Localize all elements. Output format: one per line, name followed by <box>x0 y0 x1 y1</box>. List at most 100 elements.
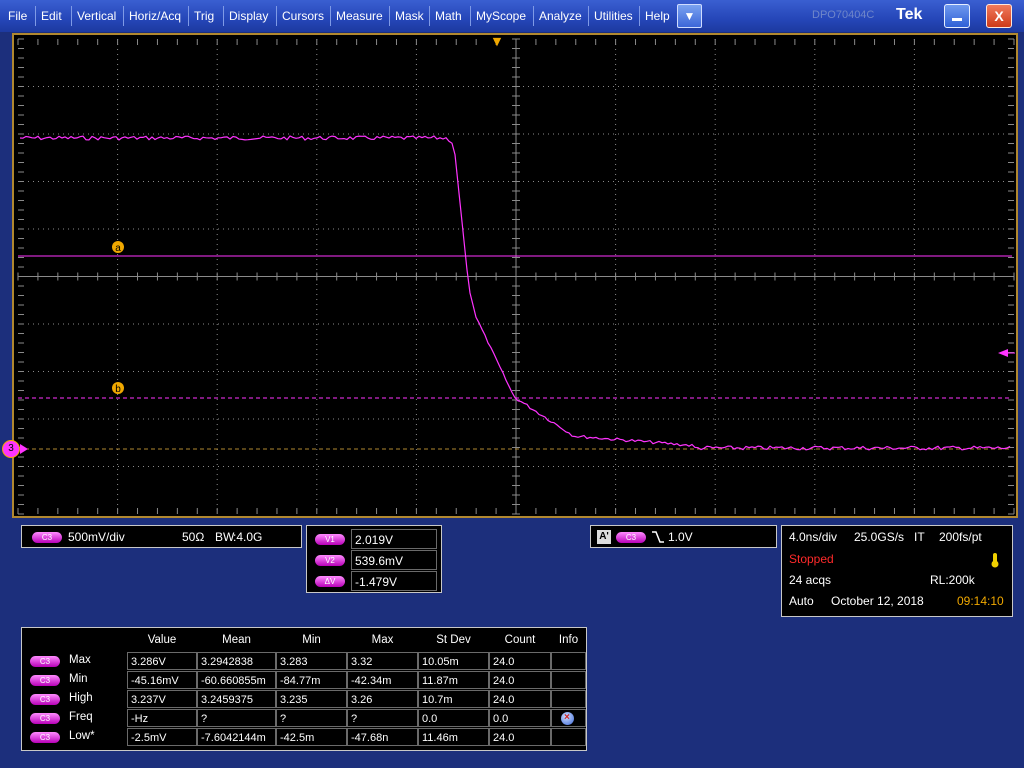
meas-name: High <box>69 692 93 704</box>
menu-cursors[interactable]: Cursors <box>277 0 329 32</box>
sample-rate: 25.0GS/s <box>854 530 905 544</box>
meas-stdev: 11.87m <box>418 671 489 689</box>
cursor-a-marker[interactable]: a <box>112 241 124 254</box>
measurement-row[interactable]: C3 Max 3.286V 3.2942838 3.283 3.32 10.05m 24.0 <box>22 652 586 671</box>
channel-3-ground-marker[interactable]: 3 <box>2 440 20 458</box>
menu-separator <box>533 6 534 26</box>
measurement-row[interactable]: C3 Low* -2.5mV -7.6042144m -42.5m -47.68n 11.4… <box>22 728 586 747</box>
acq-status: Stopped <box>789 552 834 566</box>
measurement-row[interactable]: C3 High 3.237V 3.2459375 3.235 3.26 10.7m 24.0 <box>22 690 586 709</box>
menu-separator <box>71 6 72 26</box>
meas-channel-badge: C3 <box>30 675 60 686</box>
record-length: RL:200k <box>930 573 975 587</box>
meas-header-min: Min <box>302 634 321 646</box>
meas-info <box>551 690 586 708</box>
acq-time: 09:14:10 <box>957 594 1004 608</box>
cursor-b-marker[interactable]: b <box>112 382 124 395</box>
measurement-row[interactable]: C3 Freq -Hz??? 0.0 0.0 × <box>22 709 586 728</box>
trigger-position-marker[interactable]: ▼ <box>493 35 502 48</box>
menu-file[interactable]: File <box>3 0 32 32</box>
meas-channel-badge: C3 <box>30 713 60 724</box>
model-label: DPO70404C <box>812 9 875 21</box>
menu-myscope[interactable]: MyScope <box>471 0 531 32</box>
meas-count: 24.0 <box>489 728 551 746</box>
meas-value: 3.237V <box>127 690 197 708</box>
menu-measure[interactable]: Measure <box>331 0 388 32</box>
time-resolution: 200fs/pt <box>939 530 982 544</box>
meas-max: 3.32 <box>347 652 418 670</box>
meas-channel-badge: C3 <box>30 656 60 667</box>
meas-mean: -7.6042144m <box>197 728 276 746</box>
cursor-a-label: a <box>115 243 121 254</box>
tek-logo: Tek <box>896 6 923 23</box>
meas-mean: 3.2459375 <box>197 690 276 708</box>
menu-separator <box>35 6 36 26</box>
menu-separator <box>276 6 277 26</box>
meas-mean: ? <box>197 709 276 727</box>
meas-name: Low* <box>69 730 95 742</box>
meas-header-max: Max <box>371 634 394 646</box>
menu-separator <box>639 6 640 26</box>
menu-separator <box>188 6 189 26</box>
menu-math[interactable]: Math <box>430 0 467 32</box>
meas-value: -2.5mV <box>127 728 197 746</box>
meas-stdev: 0.0 <box>418 709 489 727</box>
cursor-value-2: 539.6mV <box>351 550 437 570</box>
meas-count: 0.0 <box>489 709 551 727</box>
meas-header-st-dev: St Dev <box>436 634 471 646</box>
menu-utilities[interactable]: Utilities <box>589 0 638 32</box>
cursor-value-3: -1.479V <box>351 571 437 591</box>
meas-header-mean: Mean <box>222 634 251 646</box>
horizontal-acq-panel[interactable]: 4.0ns/div 25.0GS/s IT 200fs/pt Stopped 2… <box>781 525 1013 617</box>
info-icon[interactable]: × <box>561 712 574 725</box>
meas-max: -42.34m <box>347 671 418 689</box>
menu-vertical[interactable]: Vertical <box>72 0 121 32</box>
acq-count: 24 acqs <box>789 573 832 587</box>
meas-stdev: 11.46m <box>418 728 489 746</box>
menu-mask[interactable]: Mask <box>390 0 429 32</box>
menu-display[interactable]: Display <box>224 0 273 32</box>
meas-info <box>551 728 586 746</box>
meas-name: Freq <box>69 711 93 723</box>
cursor-b-label: b <box>115 384 121 395</box>
meas-channel-badge: C3 <box>30 732 60 743</box>
trigger-panel[interactable]: A' C3 1.0V <box>590 525 777 548</box>
close-button[interactable]: X <box>986 4 1012 28</box>
graticule-grid <box>17 38 1015 515</box>
cursor-tag-1: V1 <box>315 534 345 545</box>
channel-3-ground-arrow-icon <box>20 444 28 454</box>
measurements-panel[interactable]: Value Mean Min Max St Dev Count Info C3 Max 3.28… <box>21 627 587 751</box>
channel-scale: 500mV/div <box>68 530 125 544</box>
meas-count: 24.0 <box>489 690 551 708</box>
menu-edit[interactable]: Edit <box>36 0 67 32</box>
menu-horiz-acq[interactable]: Horiz/Acq <box>124 0 186 32</box>
meas-stdev: 10.05m <box>418 652 489 670</box>
trigger-level-arrow-icon[interactable] <box>998 349 1008 357</box>
measurement-row[interactable]: C3 Min -45.16mV -60.660855m -84.77m -42.34m 11… <box>22 671 586 690</box>
menu-bar: File Edit Vertical Horiz/Acq Trig Display Curs… <box>0 0 1024 32</box>
trigger-mode: Auto <box>789 594 814 608</box>
meas-info <box>551 671 586 689</box>
menu-dropdown-button[interactable]: ▼ <box>677 4 702 28</box>
cursor-readout-panel[interactable]: V1 2.019V V2 539.6mV ΔV -1.479V <box>306 525 442 593</box>
trigger-channel-badge: C3 <box>616 532 646 543</box>
bandwidth-label: BW <box>215 530 235 544</box>
meas-max: ? <box>347 709 418 727</box>
menu-separator <box>330 6 331 26</box>
menu-help[interactable]: Help <box>640 0 675 32</box>
meas-min: ? <box>276 709 347 727</box>
meas-value: -Hz <box>127 709 197 727</box>
meas-channel-badge: C3 <box>30 694 60 705</box>
meas-name: Min <box>69 673 88 685</box>
thermometer-icon <box>991 553 999 568</box>
meas-name: Max <box>69 654 91 666</box>
bandwidth-value: :4.0G <box>233 530 263 544</box>
meas-max: -47.68n <box>347 728 418 746</box>
channel-settings-panel[interactable]: C3 500mV/div 50Ω BW :4.0G <box>21 525 302 548</box>
menu-analyze[interactable]: Analyze <box>534 0 587 32</box>
waveform-display[interactable]: a b ▼ <box>12 33 1018 518</box>
cursor-tag-2: V2 <box>315 555 345 566</box>
minimize-button[interactable] <box>944 4 970 28</box>
meas-value: 3.286V <box>127 652 197 670</box>
menu-trig[interactable]: Trig <box>189 0 219 32</box>
